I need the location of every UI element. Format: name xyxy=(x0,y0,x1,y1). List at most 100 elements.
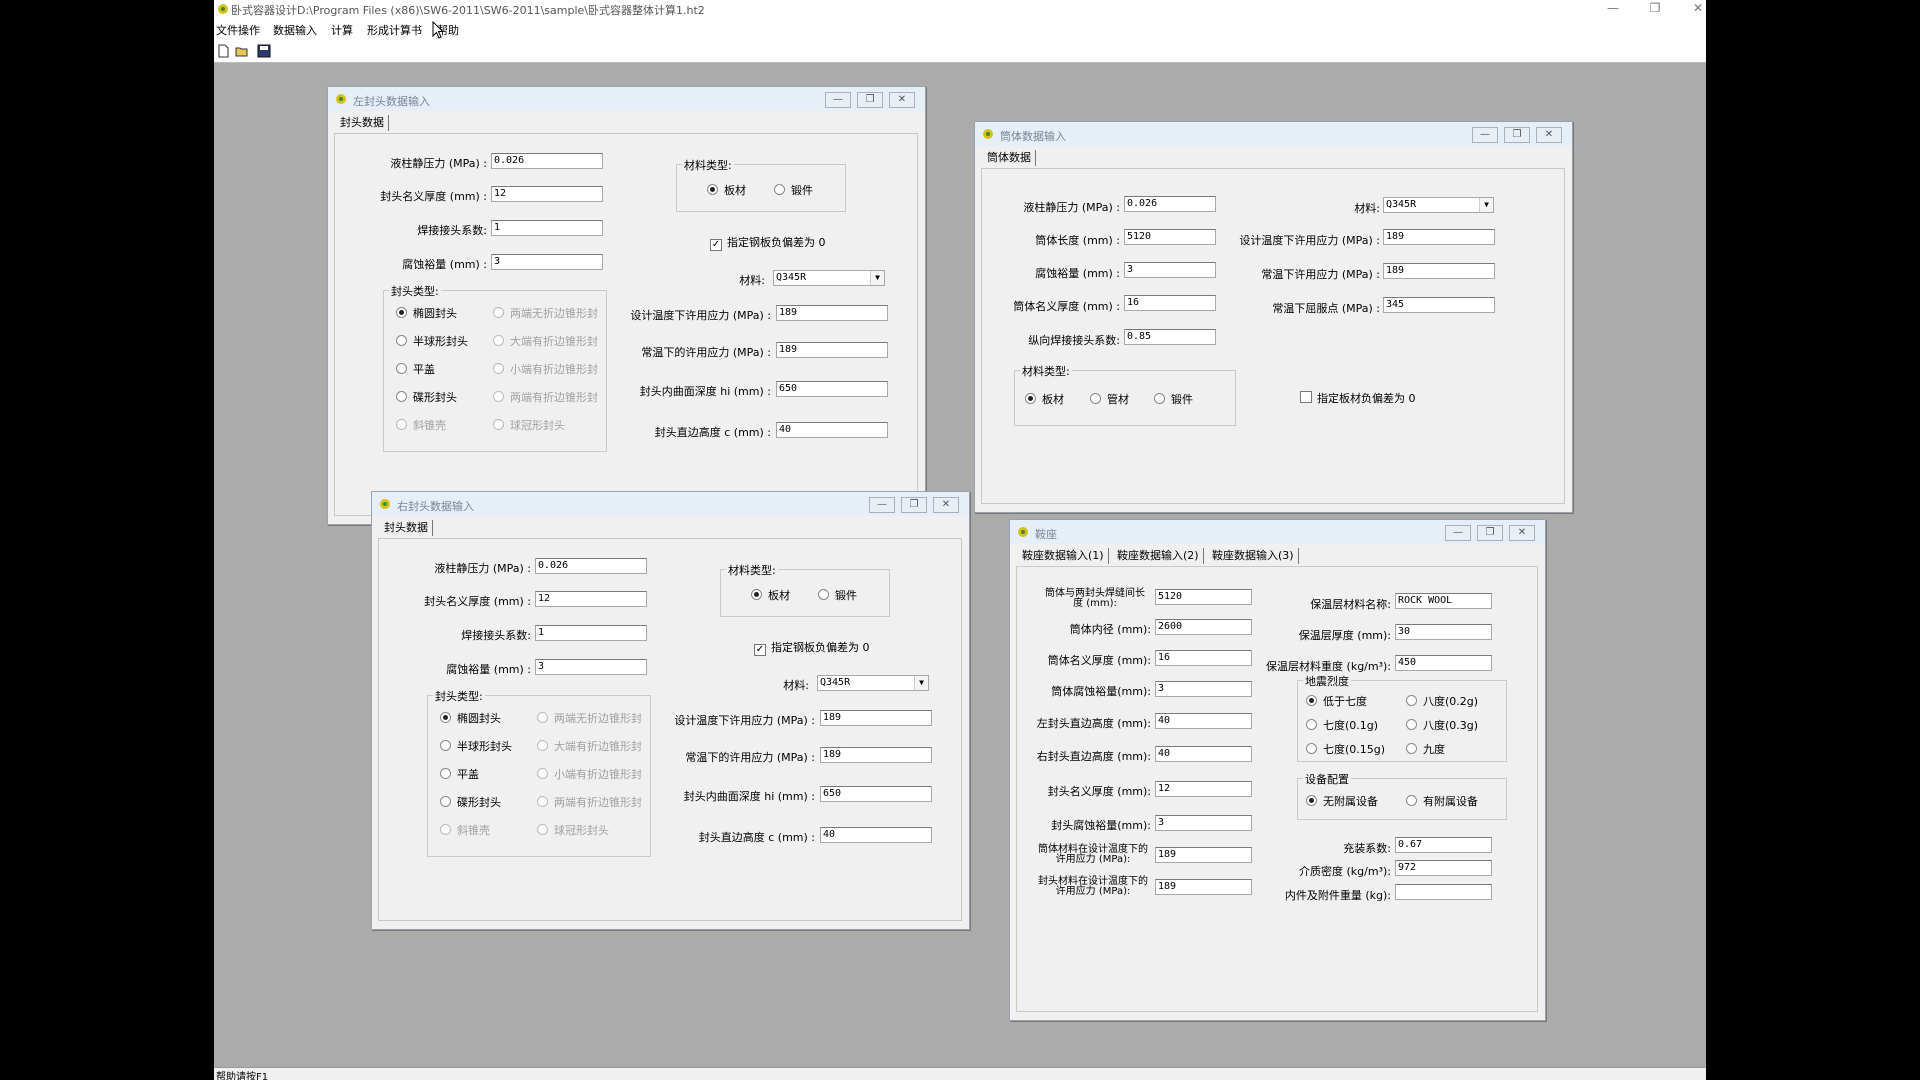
negative-deviation-checkbox[interactable]: ✓ 指定钢板负偏差为 0 xyxy=(754,639,870,656)
radio-hemispherical[interactable]: 半球形封头 xyxy=(396,333,468,349)
menu-report[interactable]: 形成计算书 xyxy=(367,22,422,38)
radio-cone-type-4[interactable]: 两端有折边锥形封 xyxy=(493,389,598,405)
radio-ellipsoidal[interactable]: 椭圆封头 xyxy=(396,305,457,321)
minimize-icon[interactable]: — xyxy=(825,92,851,108)
minimize-icon[interactable]: — xyxy=(1593,0,1633,18)
restore-icon[interactable]: ❐ xyxy=(857,92,883,108)
new-file-icon[interactable] xyxy=(216,44,230,58)
radio-seismic-7-0.15g[interactable]: 七度(0.15g) xyxy=(1306,741,1385,757)
yield-point-input[interactable]: 345 xyxy=(1383,297,1495,313)
radio-oblique-cone[interactable]: 斜锥壳 xyxy=(440,822,490,838)
open-folder-icon[interactable] xyxy=(235,44,249,58)
weld-factor-input[interactable]: 1 xyxy=(535,625,647,641)
restore-icon[interactable]: ❐ xyxy=(901,497,927,513)
close-icon[interactable]: ✕ xyxy=(1509,525,1535,541)
negative-deviation-checkbox[interactable]: ✓ 指定钢板负偏差为 0 xyxy=(710,234,826,251)
design-stress-input[interactable]: 189 xyxy=(776,305,888,321)
radio-plate[interactable]: 板材 xyxy=(707,182,746,198)
radio-cone-type-3[interactable]: 小端有折边锥形封 xyxy=(537,766,642,782)
nominal-thickness-input[interactable]: 12 xyxy=(491,186,603,202)
radio-seismic-7-0.1g[interactable]: 七度(0.1g) xyxy=(1306,717,1378,733)
inner-depth-input[interactable]: 650 xyxy=(820,786,932,802)
radio-hemispherical[interactable]: 半球形封头 xyxy=(440,738,512,754)
save-icon[interactable] xyxy=(257,44,271,58)
negative-deviation-checkbox[interactable]: 指定板材负偏差为 0 xyxy=(1300,390,1416,406)
radio-with-attachments[interactable]: 有附属设备 xyxy=(1406,793,1478,809)
radio-cone-type-3[interactable]: 小端有折边锥形封 xyxy=(493,361,598,377)
shell-inner-diameter-input[interactable]: 2600 xyxy=(1155,619,1252,635)
static-pressure-input[interactable]: 0.026 xyxy=(491,153,603,169)
material-select[interactable]: Q345R ▼ xyxy=(1383,197,1494,213)
radio-no-attachments[interactable]: 无附属设备 xyxy=(1306,793,1378,809)
close-icon[interactable]: ✕ xyxy=(1536,127,1562,143)
design-stress-input[interactable]: 189 xyxy=(1383,229,1495,245)
close-icon[interactable]: ✕ xyxy=(889,92,915,108)
right-flange-height-input[interactable]: 40 xyxy=(1155,746,1252,762)
radio-cone-type-2[interactable]: 大端有折边锥形封 xyxy=(537,738,642,754)
menu-data-input[interactable]: 数据输入 xyxy=(273,22,317,38)
menu-file[interactable]: 文件操作 xyxy=(216,22,260,38)
shell-corrosion-input[interactable]: 3 xyxy=(1155,681,1252,697)
restore-icon[interactable]: ❐ xyxy=(1635,0,1675,18)
radio-pipe[interactable]: 管材 xyxy=(1090,391,1129,407)
insulation-density-input[interactable]: 450 xyxy=(1395,655,1492,671)
radio-plate[interactable]: 板材 xyxy=(751,587,790,603)
straight-flange-input[interactable]: 40 xyxy=(776,422,888,438)
radio-seismic-8-0.2g[interactable]: 八度(0.2g) xyxy=(1406,693,1478,709)
head-thickness-input[interactable]: 12 xyxy=(1155,781,1252,797)
radio-cone-type-1[interactable]: 两端无折边锥形封 xyxy=(493,305,598,321)
tab-head-data[interactable]: 封头数据 xyxy=(336,115,389,131)
weld-factor-input[interactable]: 1 xyxy=(491,220,603,236)
radio-cone-type-2[interactable]: 大端有折边锥形封 xyxy=(493,333,598,349)
radio-cone-type-4[interactable]: 两端有折边锥形封 xyxy=(537,794,642,810)
nominal-thickness-input[interactable]: 12 xyxy=(535,591,647,607)
tab-saddle-1[interactable]: 鞍座数据输入(1) xyxy=(1018,548,1109,564)
radio-seismic-9[interactable]: 九度 xyxy=(1406,741,1445,757)
tab-head-data[interactable]: 封头数据 xyxy=(380,520,433,536)
inner-depth-input[interactable]: 650 xyxy=(776,381,888,397)
static-pressure-input[interactable]: 0.026 xyxy=(535,558,647,574)
ambient-stress-input[interactable]: 189 xyxy=(1383,263,1495,279)
design-stress-input[interactable]: 189 xyxy=(820,710,932,726)
longitudinal-weld-factor-input[interactable]: 0.85 xyxy=(1124,329,1216,345)
corrosion-allowance-input[interactable]: 3 xyxy=(491,254,603,270)
radio-flat-cover[interactable]: 平盖 xyxy=(440,766,479,782)
radio-spherical-cap[interactable]: 球冠形封头 xyxy=(537,822,609,838)
tab-shell-data[interactable]: 筒体数据 xyxy=(983,150,1036,166)
radio-oblique-cone[interactable]: 斜锥壳 xyxy=(396,417,446,433)
minimize-icon[interactable]: — xyxy=(869,497,895,513)
radio-plate[interactable]: 板材 xyxy=(1025,391,1064,407)
radio-ellipsoidal[interactable]: 椭圆封头 xyxy=(440,710,501,726)
corrosion-allowance-input[interactable]: 3 xyxy=(535,659,647,675)
minimize-icon[interactable]: — xyxy=(1445,525,1471,541)
left-flange-height-input[interactable]: 40 xyxy=(1155,713,1252,729)
internals-weight-input[interactable] xyxy=(1395,884,1492,900)
radio-forging[interactable]: 锻件 xyxy=(774,182,813,198)
close-icon[interactable]: ✕ xyxy=(1678,0,1706,18)
tab-saddle-3[interactable]: 鞍座数据输入(3) xyxy=(1208,548,1299,564)
ambient-stress-input[interactable]: 189 xyxy=(820,747,932,763)
restore-icon[interactable]: ❐ xyxy=(1477,525,1503,541)
ambient-stress-input[interactable]: 189 xyxy=(776,342,888,358)
close-icon[interactable]: ✕ xyxy=(933,497,959,513)
material-select[interactable]: Q345R ▼ xyxy=(817,675,929,691)
shell-design-stress-input[interactable]: 189 xyxy=(1155,847,1252,863)
radio-seismic-8-0.3g[interactable]: 八度(0.3g) xyxy=(1406,717,1478,733)
material-select[interactable]: Q345R ▼ xyxy=(773,270,885,286)
medium-density-input[interactable]: 972 xyxy=(1395,860,1492,876)
shell-weld-length-input[interactable]: 5120 xyxy=(1155,589,1252,605)
radio-seismic-below-7[interactable]: 低于七度 xyxy=(1306,693,1367,709)
menu-calculate[interactable]: 计算 xyxy=(331,22,353,38)
radio-forging[interactable]: 锻件 xyxy=(1154,391,1193,407)
head-corrosion-input[interactable]: 3 xyxy=(1155,815,1252,831)
radio-cone-type-1[interactable]: 两端无折边锥形封 xyxy=(537,710,642,726)
restore-icon[interactable]: ❐ xyxy=(1504,127,1530,143)
radio-forging[interactable]: 锻件 xyxy=(818,587,857,603)
static-pressure-input[interactable]: 0.026 xyxy=(1124,196,1216,212)
filling-factor-input[interactable]: 0.67 xyxy=(1395,837,1492,853)
straight-flange-input[interactable]: 40 xyxy=(820,827,932,843)
radio-spherical-cap[interactable]: 球冠形封头 xyxy=(493,417,565,433)
radio-flat-cover[interactable]: 平盖 xyxy=(396,361,435,377)
minimize-icon[interactable]: — xyxy=(1472,127,1498,143)
tab-saddle-2[interactable]: 鞍座数据输入(2) xyxy=(1113,548,1204,564)
